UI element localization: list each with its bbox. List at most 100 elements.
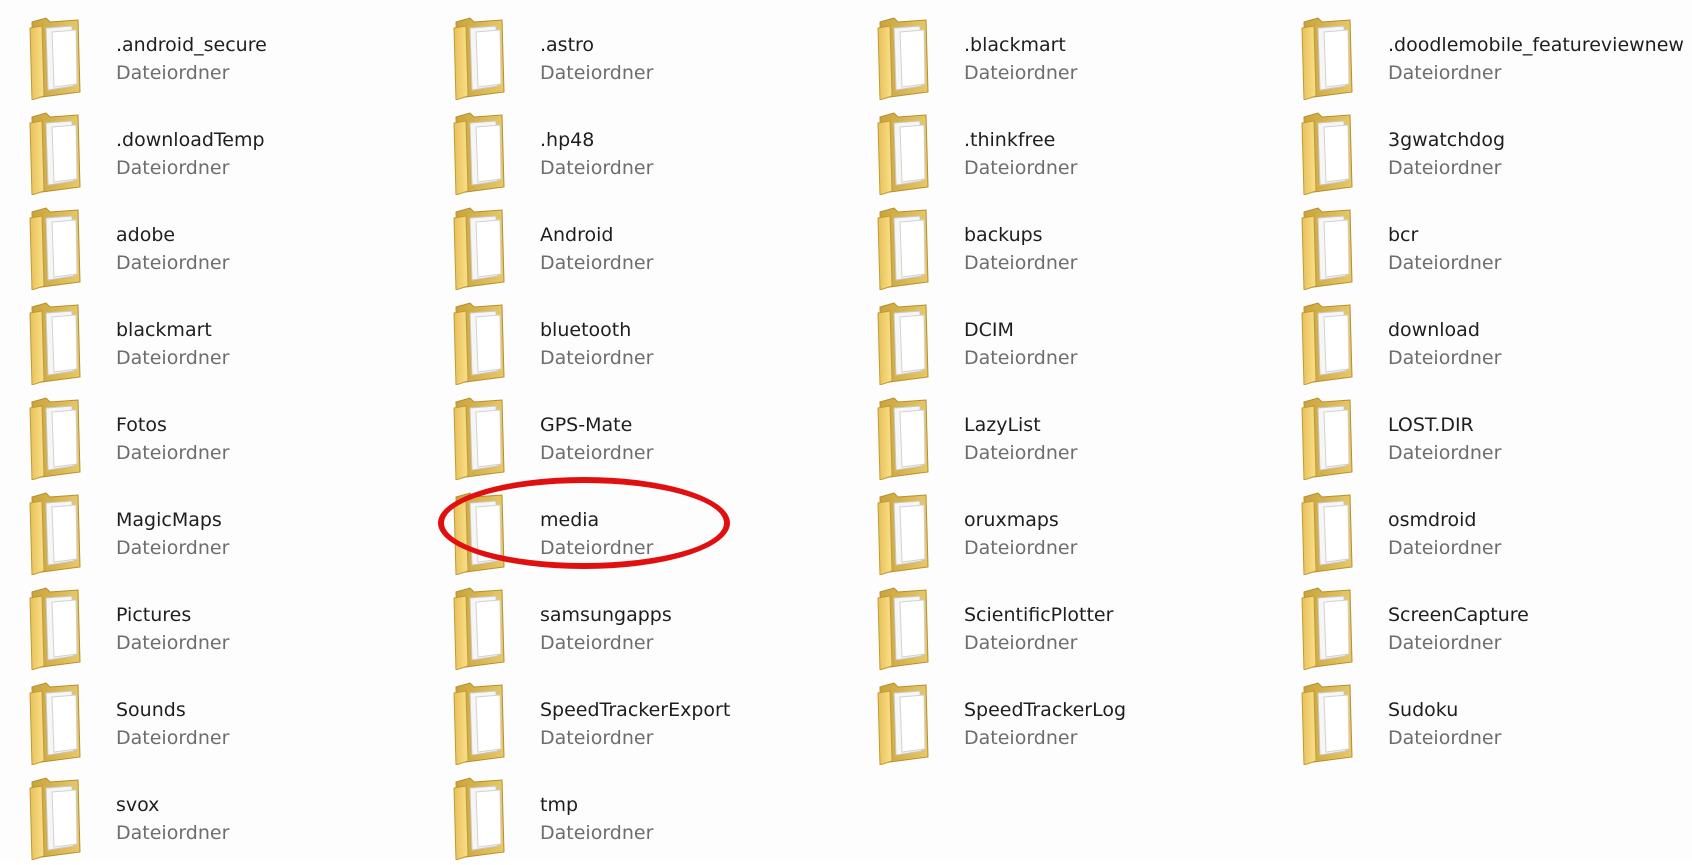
folder-item[interactable]: .downloadTemp Dateiordner xyxy=(28,105,452,200)
folder-item[interactable]: blackmart Dateiordner xyxy=(28,295,452,390)
folder-icon xyxy=(1300,206,1362,290)
folder-text: Sounds Dateiordner xyxy=(116,696,229,752)
folder-icon xyxy=(452,776,514,860)
folder-item[interactable]: ScientificPlotter Dateiordner xyxy=(876,580,1300,675)
folder-item[interactable]: svox Dateiordner xyxy=(28,770,452,865)
folder-grid: .android_secure Dateiordner .astro Dateior… xyxy=(28,10,1692,865)
folder-name: samsungapps xyxy=(540,604,672,626)
folder-item[interactable]: SpeedTrackerExport Dateiordner xyxy=(452,675,876,770)
folder-name: MagicMaps xyxy=(116,509,222,531)
folder-text: LazyList Dateiordner xyxy=(964,411,1077,467)
folder-item[interactable]: SpeedTrackerLog Dateiordner xyxy=(876,675,1300,770)
folder-icon xyxy=(28,16,90,100)
folder-item[interactable]: ScreenCapture Dateiordner xyxy=(1300,580,1692,675)
folder-icon xyxy=(452,586,514,670)
folder-item[interactable]: Fotos Dateiordner xyxy=(28,390,452,485)
folder-text: Pictures Dateiordner xyxy=(116,601,229,657)
folder-text: Fotos Dateiordner xyxy=(116,411,229,467)
folder-name: adobe xyxy=(116,224,176,246)
folder-item[interactable]: .android_secure Dateiordner xyxy=(28,10,452,105)
folder-name: svox xyxy=(116,794,160,816)
folder-type: Dateiordner xyxy=(116,62,230,84)
folder-item[interactable]: Sudoku Dateiordner xyxy=(1300,675,1692,770)
folder-type: Dateiordner xyxy=(1388,252,1502,274)
folder-name: .doodlemobile_featureviewnew xyxy=(1388,34,1684,56)
folder-icon xyxy=(876,206,938,290)
folder-text: media Dateiordner xyxy=(540,506,653,562)
folder-name: .downloadTemp xyxy=(116,129,265,151)
folder-text: Android Dateiordner xyxy=(540,221,653,277)
folder-item[interactable]: LOST.DIR Dateiordner xyxy=(1300,390,1692,485)
folder-icon xyxy=(1300,16,1362,100)
folder-item[interactable]: backups Dateiordner xyxy=(876,200,1300,295)
folder-item[interactable]: adobe Dateiordner xyxy=(28,200,452,295)
folder-name: .thinkfree xyxy=(964,129,1056,151)
folder-text: .thinkfree Dateiordner xyxy=(964,126,1077,182)
folder-text: .astro Dateiordner xyxy=(540,31,653,87)
folder-icon xyxy=(452,16,514,100)
folder-text: LOST.DIR Dateiordner xyxy=(1388,411,1501,467)
folder-item[interactable]: 3gwatchdog Dateiordner xyxy=(1300,105,1692,200)
folder-item[interactable]: bcr Dateiordner xyxy=(1300,200,1692,295)
folder-name: .astro xyxy=(540,34,595,56)
folder-item[interactable]: LazyList Dateiordner xyxy=(876,390,1300,485)
folder-item[interactable]: media Dateiordner xyxy=(452,485,876,580)
folder-item[interactable]: Android Dateiordner xyxy=(452,200,876,295)
folder-icon xyxy=(1300,681,1362,765)
folder-item[interactable]: Pictures Dateiordner xyxy=(28,580,452,675)
folder-name: Pictures xyxy=(116,604,192,626)
folder-type: Dateiordner xyxy=(964,347,1078,369)
folder-item[interactable]: .blackmart Dateiordner xyxy=(876,10,1300,105)
folder-text: bcr Dateiordner xyxy=(1388,221,1501,277)
folder-name: bcr xyxy=(1388,224,1419,246)
folder-item[interactable]: osmdroid Dateiordner xyxy=(1300,485,1692,580)
folder-icon xyxy=(28,301,90,385)
folder-type: Dateiordner xyxy=(116,347,230,369)
folder-name: ScreenCapture xyxy=(1388,604,1529,626)
folder-item[interactable]: MagicMaps Dateiordner xyxy=(28,485,452,580)
folder-type: Dateiordner xyxy=(1388,62,1502,84)
folder-text: SpeedTrackerExport Dateiordner xyxy=(540,696,730,752)
folder-item[interactable]: samsungapps Dateiordner xyxy=(452,580,876,675)
folder-name: .android_secure xyxy=(116,34,267,56)
folder-text: oruxmaps Dateiordner xyxy=(964,506,1077,562)
folder-name: media xyxy=(540,509,600,531)
folder-type: Dateiordner xyxy=(1388,442,1502,464)
folder-text: DCIM Dateiordner xyxy=(964,316,1077,372)
folder-item[interactable]: download Dateiordner xyxy=(1300,295,1692,390)
folder-icon xyxy=(876,681,938,765)
folder-name: DCIM xyxy=(964,319,1014,341)
folder-text: .blackmart Dateiordner xyxy=(964,31,1077,87)
folder-item[interactable]: GPS-Mate Dateiordner xyxy=(452,390,876,485)
folder-type: Dateiordner xyxy=(540,347,654,369)
folder-item[interactable]: .hp48 Dateiordner xyxy=(452,105,876,200)
folder-name: 3gwatchdog xyxy=(1388,129,1506,151)
folder-name: LazyList xyxy=(964,414,1041,436)
folder-name: Sounds xyxy=(116,699,186,721)
folder-icon xyxy=(452,491,514,575)
folder-item[interactable]: bluetooth Dateiordner xyxy=(452,295,876,390)
folder-text: .downloadTemp Dateiordner xyxy=(116,126,265,182)
folder-icon xyxy=(1300,111,1362,195)
folder-item[interactable]: oruxmaps Dateiordner xyxy=(876,485,1300,580)
folder-name: oruxmaps xyxy=(964,509,1059,531)
folder-type: Dateiordner xyxy=(964,157,1078,179)
folder-type: Dateiordner xyxy=(540,632,654,654)
folder-icon xyxy=(1300,586,1362,670)
folder-item[interactable]: .astro Dateiordner xyxy=(452,10,876,105)
folder-text: .hp48 Dateiordner xyxy=(540,126,653,182)
folder-text: samsungapps Dateiordner xyxy=(540,601,672,657)
folder-name: GPS-Mate xyxy=(540,414,633,436)
folder-type: Dateiordner xyxy=(540,252,654,274)
folder-icon xyxy=(28,776,90,860)
folder-type: Dateiordner xyxy=(964,252,1078,274)
folder-item[interactable]: DCIM Dateiordner xyxy=(876,295,1300,390)
folder-item[interactable]: Sounds Dateiordner xyxy=(28,675,452,770)
folder-item[interactable]: tmp Dateiordner xyxy=(452,770,876,865)
folder-type: Dateiordner xyxy=(964,537,1078,559)
folder-name: LOST.DIR xyxy=(1388,414,1474,436)
folder-name: ScientificPlotter xyxy=(964,604,1114,626)
folder-item[interactable]: .thinkfree Dateiordner xyxy=(876,105,1300,200)
folder-icon xyxy=(452,396,514,480)
folder-item[interactable]: .doodlemobile_featureviewnew Dateiordner xyxy=(1300,10,1692,105)
